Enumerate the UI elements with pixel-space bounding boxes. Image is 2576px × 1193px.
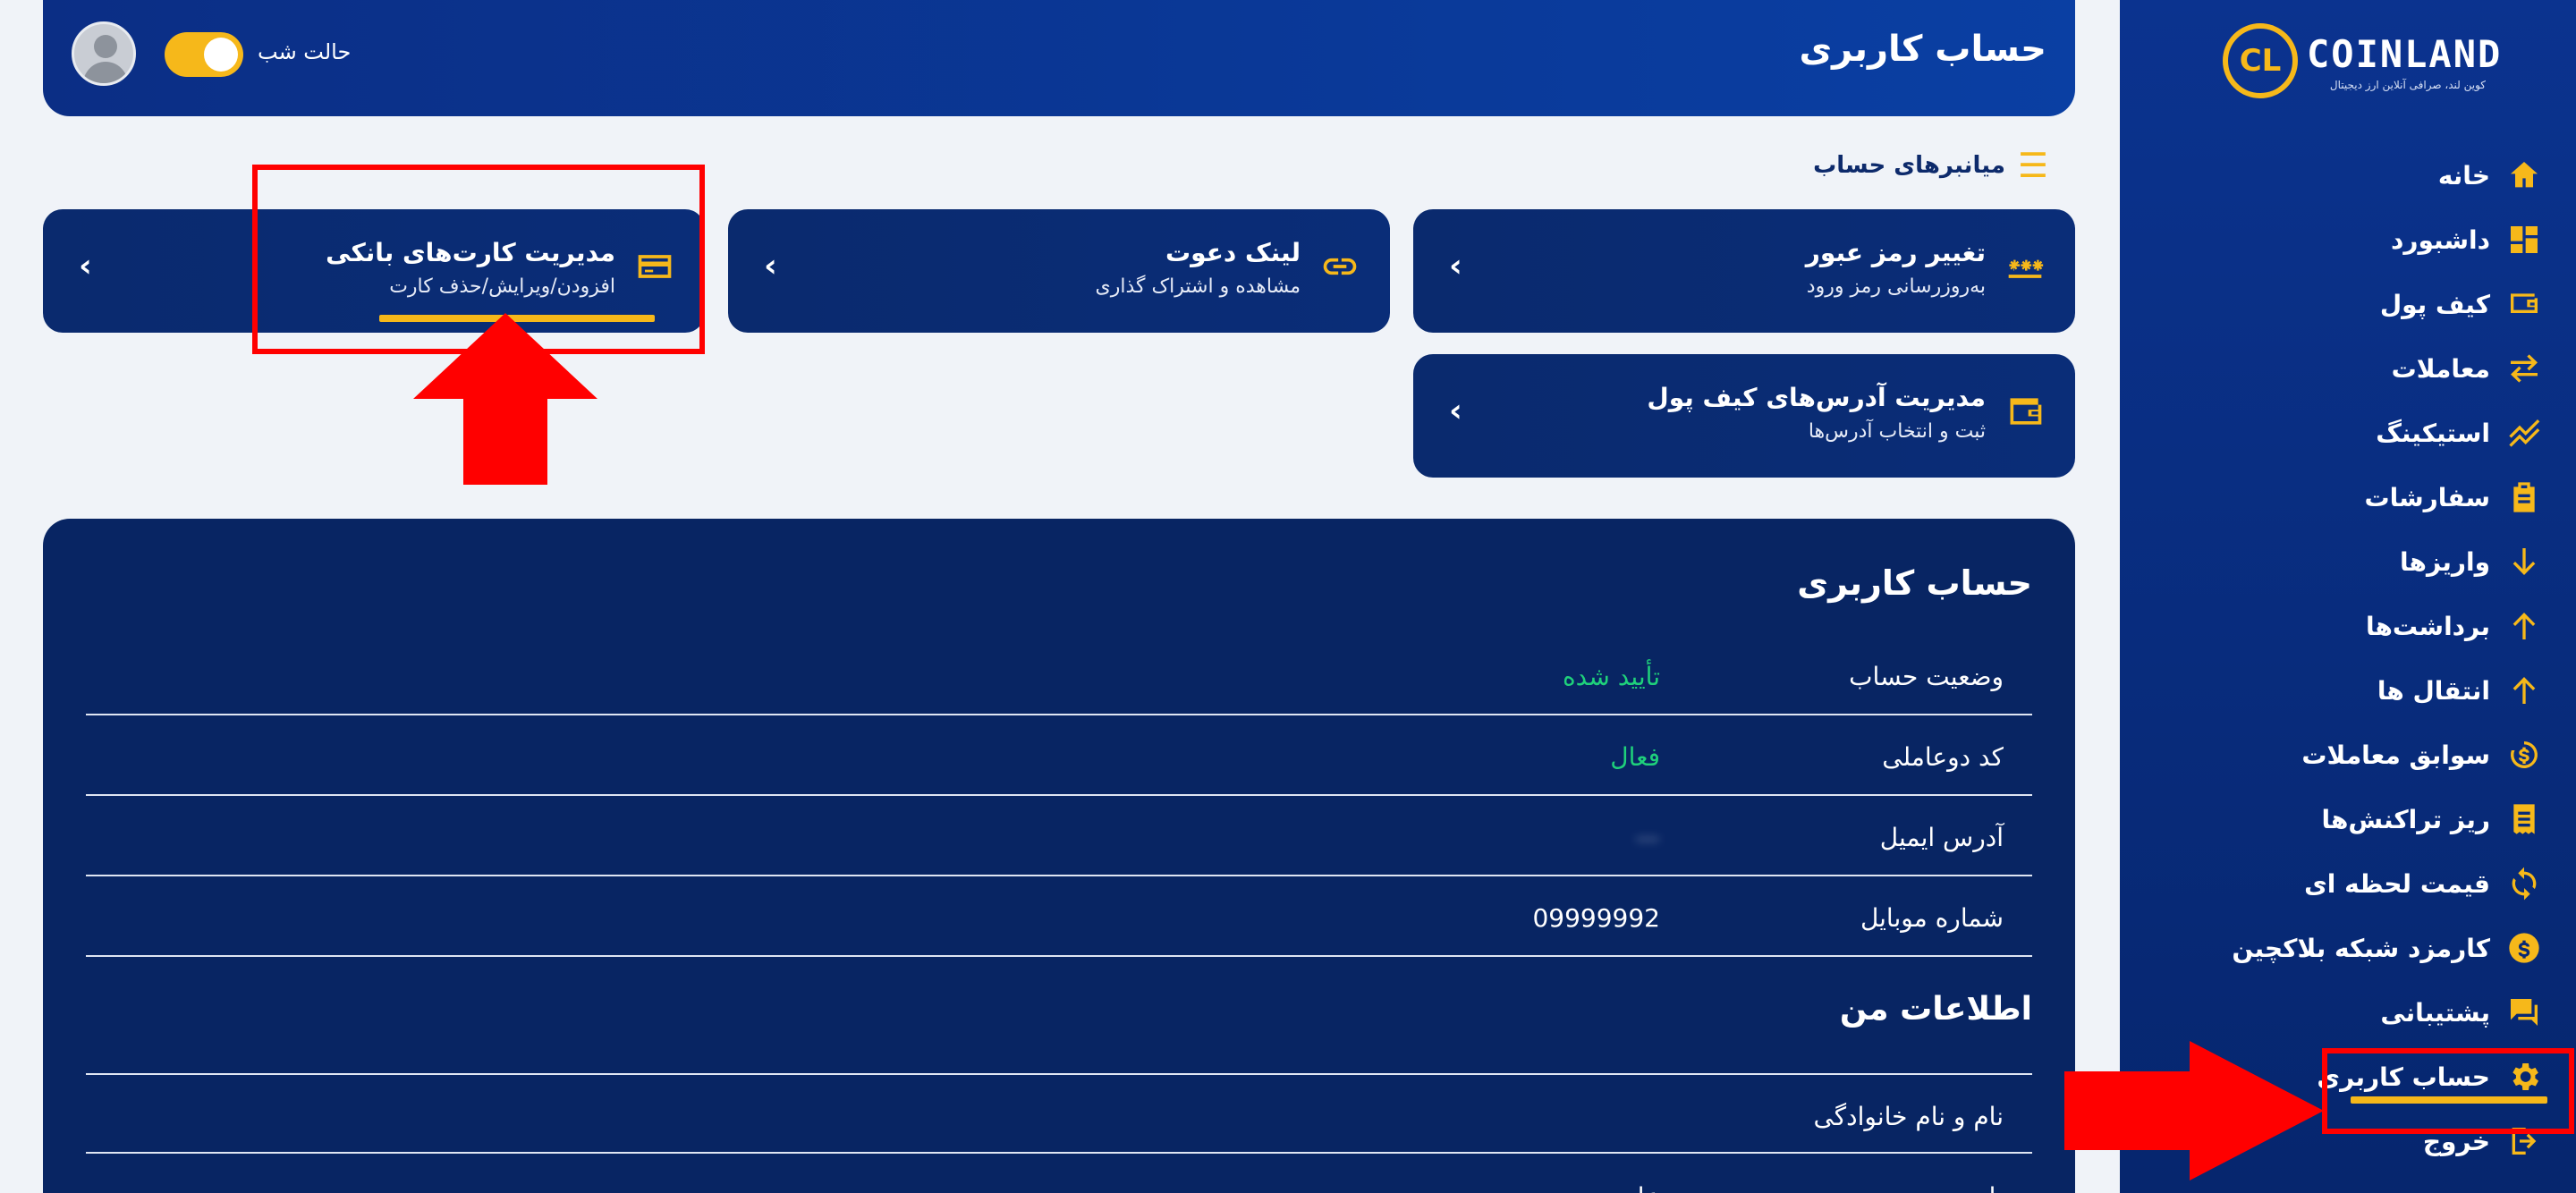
- wallet-icon: [2004, 390, 2046, 433]
- shortcut-card-change-password[interactable]: تغییر رمز عبور به‌روزرسانی رمز ورود ‹: [1413, 209, 2075, 333]
- home-icon: [2504, 156, 2544, 195]
- sidebar-item-staking[interactable]: استیکینگ: [2172, 401, 2547, 465]
- account-row-status: وضعیت حساب تأیید شده: [86, 635, 2032, 715]
- sliders-icon: ☰: [2017, 146, 2048, 185]
- sidebar-item-label: کیف پول: [2379, 289, 2490, 319]
- sidebar-item-label: قیمت لحظه ای: [2304, 868, 2490, 899]
- sidebar-item-label: سفارشات: [2364, 482, 2490, 512]
- dollar-coin-icon: [2504, 928, 2544, 968]
- card-title: لینک دعوت: [1165, 238, 1301, 267]
- brand-name: COINLAND: [2307, 32, 2503, 76]
- chat-icon: [2504, 993, 2544, 1032]
- row-value: تأیید شده: [1563, 662, 1660, 691]
- sidebar-item-support[interactable]: پشتیبانی: [2172, 980, 2547, 1045]
- row-label: شماره موبایل: [1860, 903, 2004, 933]
- sidebar-item-orders[interactable]: سفارشات: [2172, 465, 2547, 529]
- sidebar: CL COINLAND کوین لند، صرافی آنلاین ارز د…: [2120, 0, 2576, 1193]
- page-title: حساب کاربری: [1799, 29, 2046, 70]
- link-icon: [1318, 245, 1361, 288]
- row-label: کد دوعاملی: [1882, 742, 2004, 772]
- card-subtitle: به‌روزرسانی رمز ورود: [1806, 275, 1986, 298]
- sidebar-item-trades[interactable]: معاملات: [2172, 336, 2547, 401]
- password-icon: [2004, 245, 2046, 288]
- sidebar-item-label: واریزها: [2400, 546, 2490, 577]
- sidebar-item-label: سوابق معاملات: [2301, 740, 2490, 770]
- red-arrow-right-icon: [2064, 1041, 2324, 1180]
- row-value: —: [1635, 823, 1660, 852]
- brand-logo[interactable]: CL COINLAND کوین لند، صرافی آنلاین ارز د…: [2223, 23, 2500, 98]
- sidebar-nav: خانه داشبورد کیف پول معاملات استیکینگ سف…: [2172, 143, 2547, 1173]
- wallet-icon: [2504, 284, 2544, 324]
- chevron-left-icon: ‹: [764, 248, 777, 284]
- red-arrow-up-icon: [413, 313, 597, 485]
- sidebar-item-label: خانه: [2437, 160, 2490, 190]
- clipboard-icon: [2504, 478, 2544, 517]
- sidebar-item-withdrawals[interactable]: برداشت‌ها: [2172, 594, 2547, 658]
- night-mode-toggle[interactable]: [165, 32, 243, 77]
- sidebar-item-dashboard[interactable]: داشبورد: [2172, 207, 2547, 272]
- account-section-title: حساب کاربری: [1797, 563, 2032, 603]
- sidebar-item-label: ریز تراکنش‌ها: [2321, 804, 2490, 834]
- account-row-mobile: شماره موبایل 09999992: [86, 876, 2032, 957]
- night-mode-label: حالت شب: [258, 39, 352, 64]
- card-title: مدیریت آدرس‌های کیف پول: [1647, 383, 1986, 412]
- card-title: تغییر رمز عبور: [1805, 238, 1986, 267]
- card-subtitle: ثبت و انتخاب آدرس‌ها: [1808, 420, 1986, 443]
- row-label: وضعیت حساب: [1849, 662, 2004, 691]
- staking-icon: [2504, 413, 2544, 453]
- profile-row-fullname: نام و نام خانوادگی: [86, 1073, 2032, 1154]
- sidebar-item-transfers[interactable]: انتقال ها: [2172, 658, 2547, 723]
- shortcuts-heading-label: میانبرهای حساب: [1813, 152, 2005, 179]
- sidebar-item-label: کارمزد شبکه بلاکچین: [2232, 933, 2490, 963]
- sidebar-item-home[interactable]: خانه: [2172, 143, 2547, 207]
- profile-row-father-name: نام پدر علی: [86, 1155, 2032, 1193]
- row-value: 09999992: [1532, 903, 1660, 933]
- chevron-left-icon: ‹: [79, 248, 92, 284]
- top-header: حساب کاربری حالت شب: [43, 0, 2075, 116]
- refresh-icon: [2504, 864, 2544, 903]
- sidebar-item-trade-history[interactable]: سوابق معاملات: [2172, 723, 2547, 787]
- sidebar-item-network-fee[interactable]: کارمزد شبکه بلاکچین: [2172, 916, 2547, 980]
- shortcuts-heading: میانبرهای حساب ☰: [1813, 148, 2048, 182]
- avatar[interactable]: [72, 21, 136, 86]
- card-subtitle: مشاهده و اشتراک گذاری: [1095, 275, 1301, 298]
- row-label: نام پدر: [1933, 1182, 2004, 1193]
- row-value: فعال: [1610, 742, 1660, 772]
- row-value: علی: [1616, 1182, 1660, 1193]
- sidebar-item-label: استیکینگ: [2376, 418, 2490, 448]
- row-label: آدرس ایمیل: [1879, 823, 2004, 852]
- sidebar-item-label: پشتیبانی: [2380, 997, 2490, 1028]
- receipt-icon: [2504, 800, 2544, 839]
- sidebar-item-deposits[interactable]: واریزها: [2172, 529, 2547, 594]
- swap-icon: [2504, 349, 2544, 388]
- account-panel: حساب کاربری وضعیت حساب تأیید شده کد دوعا…: [43, 519, 2075, 1193]
- brand-tagline: کوین لند، صرافی آنلاین ارز دیجیتال: [2329, 79, 2486, 91]
- sidebar-item-label: معاملات: [2391, 353, 2490, 384]
- shortcut-card-invite-link[interactable]: لینک دعوت مشاهده و اشتراک گذاری ‹: [728, 209, 1390, 333]
- arrow-up-icon: [2504, 606, 2544, 646]
- row-label: نام و نام خانوادگی: [1813, 1102, 2004, 1131]
- transfer-icon: [2504, 671, 2544, 710]
- sidebar-item-label: انتقال ها: [2377, 675, 2490, 706]
- sidebar-item-transactions[interactable]: ریز تراکنش‌ها: [2172, 787, 2547, 851]
- sidebar-item-live-price[interactable]: قیمت لحظه ای: [2172, 851, 2547, 916]
- history-dollar-icon: [2504, 735, 2544, 774]
- arrow-down-icon: [2504, 542, 2544, 581]
- shortcut-card-wallet-addresses[interactable]: مدیریت آدرس‌های کیف پول ثبت و انتخاب آدر…: [1413, 354, 2075, 478]
- chevron-left-icon: ‹: [1449, 393, 1462, 429]
- sidebar-item-label: برداشت‌ها: [2365, 611, 2490, 641]
- dashboard-icon: [2504, 220, 2544, 259]
- account-row-email: آدرس ایمیل —: [86, 796, 2032, 876]
- highlight-box-account-item: [2322, 1048, 2574, 1134]
- sidebar-item-label: داشبورد: [2391, 224, 2490, 255]
- sidebar-item-wallet[interactable]: کیف پول: [2172, 272, 2547, 336]
- profile-section-title: اطلاعات من: [1839, 991, 2032, 1028]
- logo-coin-icon: CL: [2223, 23, 2298, 98]
- chevron-left-icon: ‹: [1449, 248, 1462, 284]
- account-row-2fa: کد دوعاملی فعال: [86, 715, 2032, 796]
